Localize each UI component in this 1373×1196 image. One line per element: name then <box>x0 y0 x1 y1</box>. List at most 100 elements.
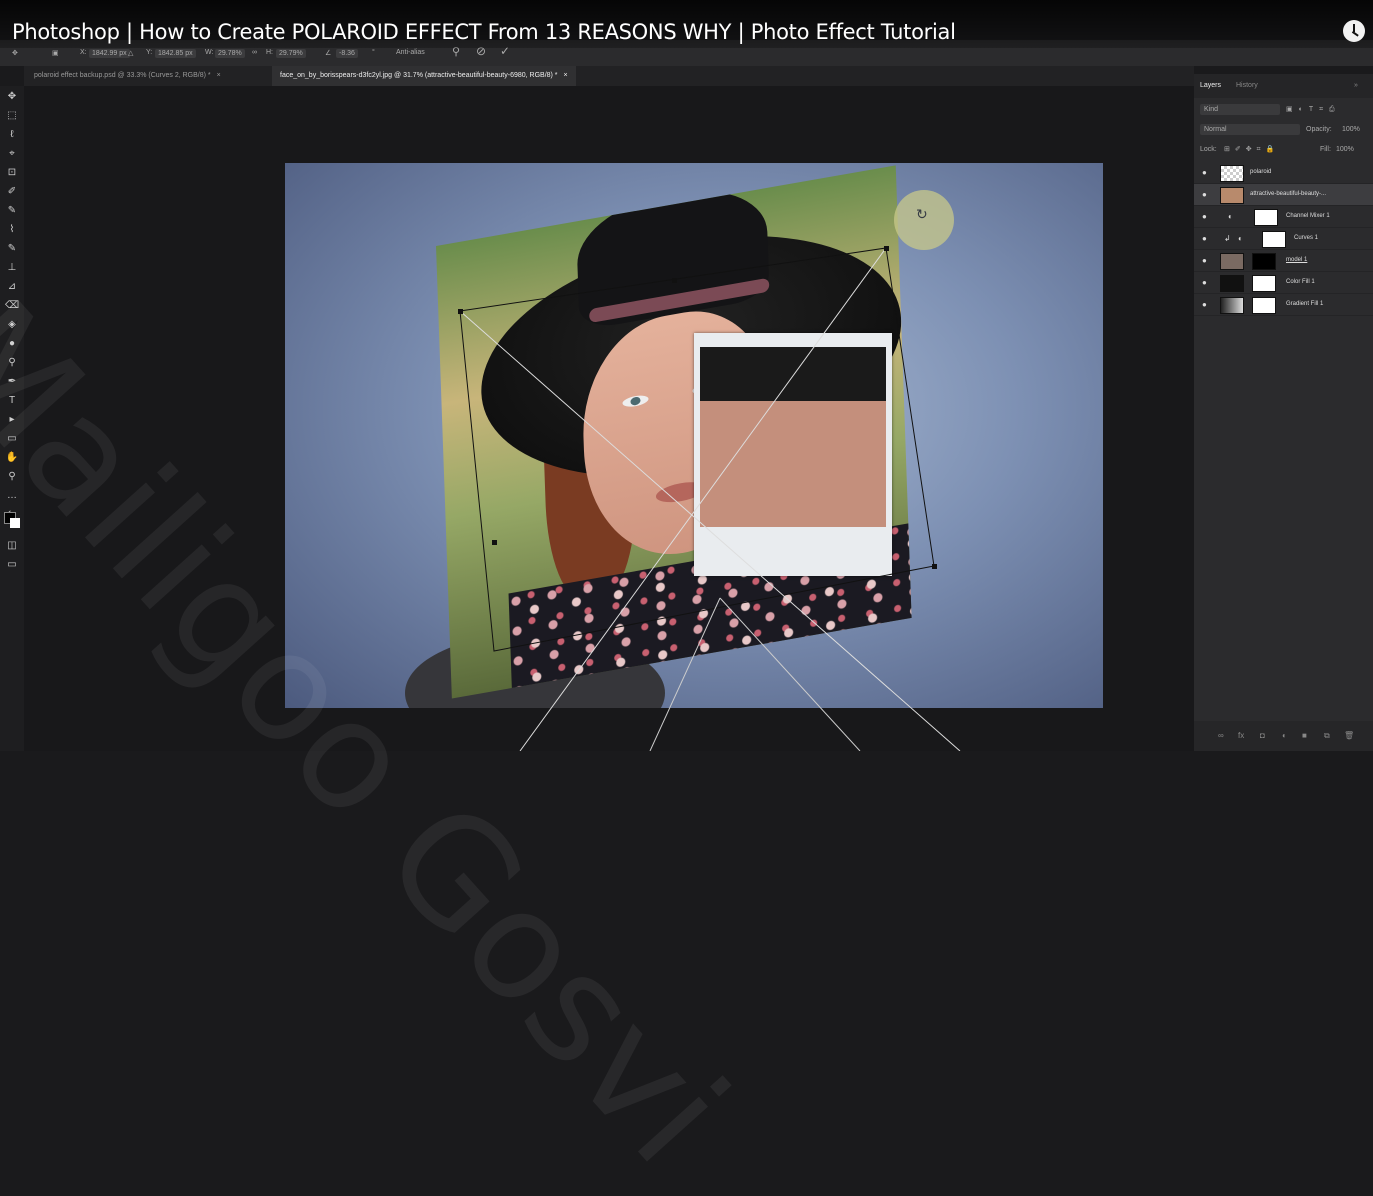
tab-layers[interactable]: Layers <box>1200 82 1221 89</box>
panel-menu-icon[interactable]: » <box>1354 82 1358 89</box>
layer-thumbnail <box>1220 297 1244 314</box>
clip-arrow-icon: ↲ <box>1224 234 1231 243</box>
layer-name: Gradient Fill 1 <box>1286 301 1324 307</box>
lock-label: Lock: <box>1200 146 1217 153</box>
healing-tool-icon[interactable]: ✎ <box>5 204 19 218</box>
layer-attractive-beautiful[interactable]: ● attractive-beautiful-beauty-... <box>1194 184 1373 206</box>
layer-thumbnail <box>1220 165 1244 182</box>
layer-name: model 1 <box>1286 257 1308 263</box>
layer-thumbnail <box>1220 275 1244 292</box>
adjustment-layer-icon[interactable]: ◐ <box>1282 731 1287 740</box>
visibility-eye-icon[interactable]: ● <box>1202 190 1207 199</box>
quick-mask-icon[interactable]: ◫ <box>5 539 19 553</box>
layer-name: polaroid <box>1250 169 1272 175</box>
eyedropper-tool-icon[interactable]: ✐ <box>5 185 19 199</box>
polaroid-caption-strip <box>700 532 886 538</box>
polaroid-window <box>700 347 886 527</box>
history-brush-tool-icon[interactable]: ⊥ <box>5 261 19 275</box>
layer-name: Curves 1 <box>1294 235 1319 241</box>
layer-polaroid[interactable]: ● polaroid <box>1194 162 1373 184</box>
visibility-eye-icon[interactable]: ● <box>1202 212 1207 221</box>
link-layers-icon[interactable]: ∞ <box>1218 731 1224 740</box>
document-tabs: polaroid effect backup.psd @ 33.3% (Curv… <box>24 66 1194 86</box>
transform-handle-top[interactable] <box>672 278 677 283</box>
layer-name: attractive-beautiful-beauty-... <box>1250 191 1327 197</box>
layer-name: Color Fill 1 <box>1286 279 1315 285</box>
h-label: H: <box>266 49 273 56</box>
y-field[interactable]: 1842.85 px <box>155 49 196 58</box>
layer-gradient-fill[interactable]: ● Gradient Fill 1 <box>1194 294 1373 316</box>
kind-filter[interactable]: Kind <box>1200 104 1280 115</box>
transform-handle-left[interactable] <box>492 540 497 545</box>
close-icon[interactable]: × <box>564 72 568 79</box>
video-title: Photoshop | How to Create POLAROID EFFEC… <box>12 20 956 44</box>
background-color-swatch[interactable] <box>10 518 20 528</box>
layer-name: Channel Mixer 1 <box>1286 213 1330 219</box>
layers-panel: Layers History » Kind ▣◐T⌗⎙ Normal Opaci… <box>1194 74 1373 751</box>
visibility-eye-icon[interactable]: ● <box>1202 300 1207 309</box>
close-icon[interactable]: × <box>217 72 221 79</box>
opacity-value[interactable]: 100% <box>1342 126 1360 133</box>
layer-model[interactable]: ● model 1 <box>1194 250 1373 272</box>
tab-history[interactable]: History <box>1236 82 1258 89</box>
x-label: X: <box>80 49 87 56</box>
adjustment-icon: ◐ <box>1228 212 1233 221</box>
visibility-eye-icon[interactable]: ● <box>1202 234 1207 243</box>
add-mask-icon[interactable]: ◘ <box>1260 731 1265 740</box>
layer-mask-thumbnail <box>1252 275 1276 292</box>
tab-polaroid-backup[interactable]: polaroid effect backup.psd @ 33.3% (Curv… <box>26 66 229 86</box>
visibility-eye-icon[interactable]: ● <box>1202 278 1207 287</box>
blend-mode-value: Normal <box>1204 126 1227 133</box>
layer-curves[interactable]: ● ↲ ◐ Curves 1 <box>1194 228 1373 250</box>
layer-channel-mixer[interactable]: ● ◐ Channel Mixer 1 <box>1194 206 1373 228</box>
blend-mode-select[interactable]: Normal <box>1200 124 1300 135</box>
link-icon[interactable]: ∞ <box>252 49 257 56</box>
tab-label: polaroid effect backup.psd @ 33.3% (Curv… <box>34 72 211 79</box>
layer-thumbnail <box>1220 187 1244 204</box>
tab-face-on[interactable]: face_on_by_borisspears-d3fc2yl.jpg @ 31.… <box>272 66 576 86</box>
antialias-checkbox[interactable]: Anti-alias <box>396 49 425 56</box>
layer-mask-thumbnail <box>1254 209 1278 226</box>
layers-panel-footer: ∞ fx ◘ ◐ ■ ⧉ 🗑 <box>1194 721 1373 751</box>
angle-unit: ° <box>372 49 375 56</box>
x-field[interactable]: 1842.99 px <box>89 49 130 58</box>
layer-color-fill[interactable]: ● Color Fill 1 <box>1194 272 1373 294</box>
group-icon[interactable]: ■ <box>1302 731 1307 740</box>
lasso-tool-icon[interactable]: ℓ <box>5 128 19 142</box>
watch-later-icon[interactable] <box>1343 20 1365 42</box>
quick-select-tool-icon[interactable]: ⌖ <box>5 147 19 161</box>
trash-icon[interactable]: 🗑 <box>1344 731 1354 740</box>
layer-thumbnail <box>1220 253 1244 270</box>
tab-label: face_on_by_borisspears-d3fc2yl.jpg @ 31.… <box>280 72 558 79</box>
layers-list: ● polaroid ● attractive-beautiful-beauty… <box>1194 162 1373 316</box>
brush-tool-icon[interactable]: ⌇ <box>5 223 19 237</box>
h-field[interactable]: 29.79% <box>276 49 306 58</box>
visibility-eye-icon[interactable]: ● <box>1202 256 1207 265</box>
layer-mask-thumbnail <box>1252 297 1276 314</box>
reference-point-icon[interactable]: ▣ <box>52 49 59 57</box>
angle-field[interactable]: -8.36 <box>336 49 358 58</box>
stamp-tool-icon[interactable]: ✎ <box>5 242 19 256</box>
fill-label: Fill: <box>1320 146 1331 153</box>
move-tool-icon[interactable]: ✥ <box>5 90 19 104</box>
fill-value[interactable]: 100% <box>1336 146 1354 153</box>
layer-mask-thumbnail <box>1252 253 1276 270</box>
video-title-bar: Photoshop | How to Create POLAROID EFFEC… <box>0 0 1373 48</box>
angle-icon: ∠ <box>325 50 332 57</box>
delta-icon[interactable]: △ <box>128 49 133 57</box>
filter-icons[interactable]: ▣◐T⌗⎙ <box>1286 105 1341 114</box>
crop-tool-icon[interactable]: ⊡ <box>5 166 19 180</box>
move-tool-preset-icon[interactable]: ✥ <box>12 49 18 57</box>
w-label: W: <box>205 49 214 56</box>
transform-handle-right[interactable] <box>932 564 937 569</box>
lock-icons[interactable]: ⊞✐✥⌗🔒 <box>1224 145 1279 154</box>
screen-mode-icon[interactable]: ▭ <box>5 558 19 572</box>
transform-handle-top-right[interactable] <box>884 246 889 251</box>
kind-label: Kind <box>1204 106 1219 113</box>
w-field[interactable]: 29.78% <box>215 49 245 58</box>
fx-icon[interactable]: fx <box>1238 731 1244 740</box>
visibility-eye-icon[interactable]: ● <box>1202 168 1207 177</box>
marquee-tool-icon[interactable]: ⬚ <box>5 109 19 123</box>
new-layer-icon[interactable]: ⧉ <box>1324 731 1330 741</box>
transform-handle-top-left[interactable] <box>458 309 463 314</box>
